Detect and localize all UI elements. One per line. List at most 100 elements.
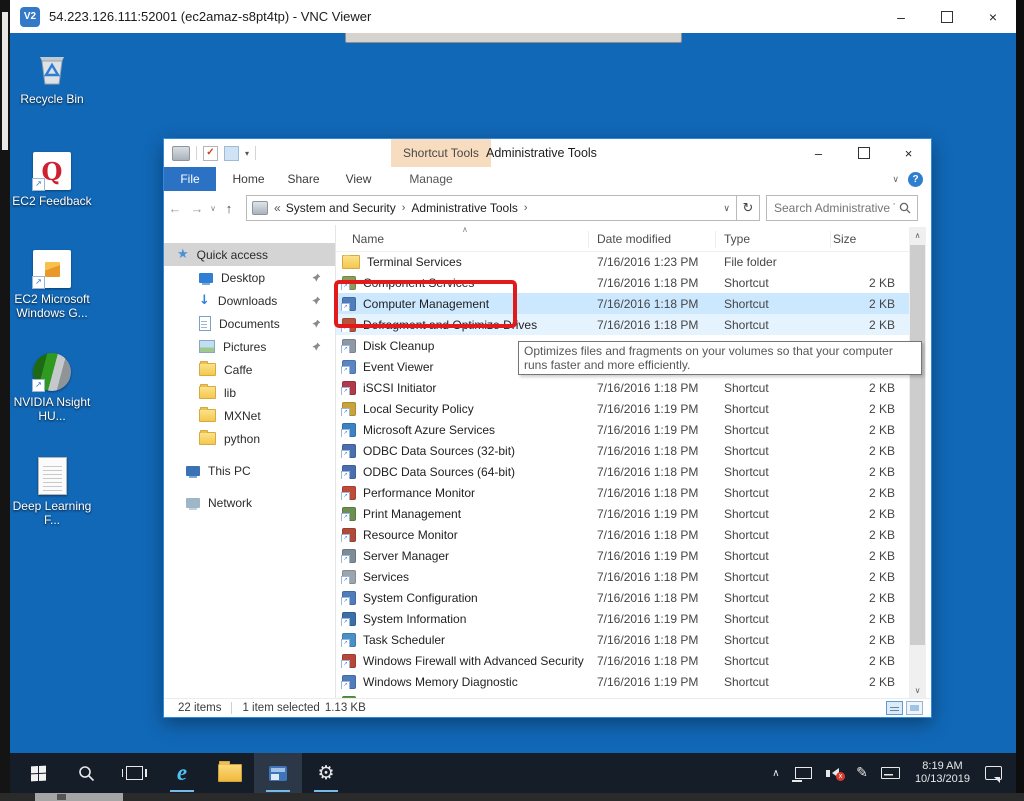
breadcrumb-system-and-security[interactable]: System and Security <box>286 201 396 215</box>
sidebar-item-caffe[interactable]: Caffe <box>164 358 335 381</box>
breadcrumb-separator-icon[interactable]: › <box>402 202 406 214</box>
sidebar-item-downloads[interactable]: ↓ Downloads <box>164 289 335 312</box>
start-button[interactable] <box>14 753 62 793</box>
desktop-icon-deep-learning-f[interactable]: Deep Learning F... <box>10 455 94 527</box>
file-row-terminal-services[interactable]: Terminal Services 7/16/2016 1:23 PM File f… <box>336 251 909 272</box>
file-row-microsoft-azure-services[interactable]: ↗ Microsoft Azure Services 7/16/2016 1:19 … <box>336 419 909 440</box>
column-header-type[interactable]: Type <box>716 230 831 248</box>
back-icon[interactable]: ← <box>164 201 186 216</box>
file-row-server-manager[interactable]: ↗ Server Manager 7/16/2016 1:19 PM Shortcut… <box>336 545 909 566</box>
address-breadcrumb[interactable]: « System and Security › Administrative T… <box>246 195 737 221</box>
desktop-icon-nvidia-nsight-hu[interactable]: ↗ NVIDIA Nsight HU... <box>10 351 94 423</box>
file-row-defragment-and-optimize-drives[interactable]: ↗ Defragment and Optimize Drives 7/16/2016… <box>336 314 909 335</box>
details-view-icon[interactable] <box>886 701 903 715</box>
file-row-resource-monitor[interactable]: ↗ Resource Monitor 7/16/2016 1:18 PM Shortc… <box>336 524 909 545</box>
file-row-services[interactable]: ↗ Services 7/16/2016 1:18 PM Shortcut 2 KB <box>336 566 909 587</box>
address-dropdown-icon[interactable]: ∨ <box>723 203 730 214</box>
taskbar-clock[interactable]: 8:19 AM 10/13/2019 <box>915 760 970 786</box>
scroll-up-icon[interactable]: ∧ <box>909 227 926 244</box>
explorer-minimize-button[interactable]: – <box>796 139 841 167</box>
file-size: 2 KB <box>868 380 895 395</box>
file-date: 7/16/2016 1:18 PM <box>597 632 699 647</box>
scrollbar[interactable]: ∧ ∨ <box>909 227 926 699</box>
folder-properties-icon[interactable] <box>172 145 190 161</box>
file-row-task-scheduler[interactable]: ↗ Task Scheduler 7/16/2016 1:18 PM Shortcut… <box>336 629 909 650</box>
file-row-performance-monitor[interactable]: ↗ Performance Monitor 7/16/2016 1:18 PM Sho… <box>336 482 909 503</box>
task-view-button[interactable] <box>110 753 158 793</box>
forward-icon[interactable]: → <box>186 201 208 216</box>
pen-icon[interactable]: ✎ <box>854 765 870 781</box>
breadcrumb-administrative-tools[interactable]: Administrative Tools <box>411 201 518 215</box>
file-row-windows-memory-diagnostic[interactable]: ↗ Windows Memory Diagnostic 7/16/2016 1:19… <box>336 671 909 692</box>
column-header-size[interactable]: Size <box>831 231 909 248</box>
sidebar-item-network[interactable]: Network <box>164 491 335 514</box>
scroll-down-icon[interactable]: ∨ <box>909 682 926 699</box>
taskbar-internet-explorer-button[interactable]: e <box>158 753 206 793</box>
file-row-computer-management[interactable]: ↗ Computer Management 7/16/2016 1:18 PM Sho… <box>336 293 909 314</box>
taskbar-active-app-button[interactable] <box>254 753 302 793</box>
sidebar-item-mxnet[interactable]: MXNet <box>164 404 335 427</box>
column-header-date-modified[interactable]: Date modified <box>589 230 716 248</box>
up-icon[interactable]: ↑ <box>218 201 240 216</box>
sidebar-item-lib[interactable]: lib <box>164 381 335 404</box>
taskbar-file-explorer-button[interactable] <box>206 753 254 793</box>
checkbox-icon[interactable]: ✓ <box>203 145 218 161</box>
file-row-component-services[interactable]: ↗ Component Services 7/16/2016 1:18 PM Shor… <box>336 272 909 293</box>
file-row-iscsi-initiator[interactable]: ↗ iSCSI Initiator 7/16/2016 1:18 PM Shortcu… <box>336 377 909 398</box>
file-row-odbc-data-sources-32-bit[interactable]: ↗ ODBC Data Sources (32-bit) 7/16/2016 1:1… <box>336 440 909 461</box>
file-row-system-configuration[interactable]: ↗ System Configuration 7/16/2016 1:18 PM Sh… <box>336 587 909 608</box>
explorer-close-button[interactable]: × <box>886 139 931 167</box>
desktop-icon-recycle-bin[interactable]: Recycle Bin <box>10 48 94 106</box>
file-name-cell: ↗ System Information <box>336 611 589 626</box>
search-icon[interactable] <box>899 202 911 214</box>
file-row-windows-firewall-with-advanced-security[interactable]: ↗ Windows Firewall with Advanced Security… <box>336 650 909 671</box>
tab-home[interactable]: Home <box>226 167 271 191</box>
folder-icon <box>199 361 216 376</box>
contextual-tab-shortcut-tools[interactable]: Shortcut Tools <box>391 139 491 167</box>
breadcrumb-separator-icon[interactable]: › <box>524 202 528 214</box>
new-folder-icon[interactable] <box>224 145 239 161</box>
volume-muted-icon[interactable]: x <box>823 768 845 781</box>
taskbar-search-button[interactable] <box>62 753 110 793</box>
tray-expand-icon[interactable]: ∧ <box>768 768 784 779</box>
vnc-toolbar-tab[interactable] <box>345 33 682 43</box>
file-type: Shortcut <box>724 674 769 689</box>
taskbar-settings-button[interactable]: ⚙ <box>302 753 350 793</box>
refresh-icon[interactable]: ↻ <box>737 195 760 221</box>
sidebar-item-this-pc[interactable]: This PC <box>164 459 335 482</box>
host-taskbar-sliver <box>35 793 123 801</box>
sidebar-item-python[interactable]: python <box>164 427 335 450</box>
quick-access-toolbar: ✓ ▾ <box>172 139 257 167</box>
tab-manage[interactable]: Manage <box>396 167 466 191</box>
explorer-window-title: Administrative Tools <box>486 146 597 160</box>
sidebar-item-desktop[interactable]: Desktop <box>164 266 335 289</box>
file-row-local-security-policy[interactable]: ↗ Local Security Policy 7/16/2016 1:19 PM S… <box>336 398 909 419</box>
sidebar-item-pictures[interactable]: Pictures <box>164 335 335 358</box>
vnc-minimize-button[interactable]: – <box>878 0 924 33</box>
file-row-odbc-data-sources-64-bit[interactable]: ↗ ODBC Data Sources (64-bit) 7/16/2016 1:1… <box>336 461 909 482</box>
touch-keyboard-icon[interactable] <box>880 767 900 779</box>
toolbar-dropdown-icon[interactable]: ▾ <box>245 149 249 158</box>
help-icon[interactable]: ? <box>908 171 923 187</box>
file-name: Defragment and Optimize Drives <box>363 317 538 332</box>
vnc-maximize-button[interactable] <box>924 0 970 33</box>
network-icon[interactable] <box>791 767 812 782</box>
desktop-icon-ec2-microsoft-windows-g[interactable]: ↗ EC2 Microsoft Windows G... <box>10 248 94 320</box>
vnc-close-button[interactable]: × <box>970 0 1016 33</box>
tab-file[interactable]: File <box>164 167 216 191</box>
action-center-icon[interactable] <box>985 766 1002 783</box>
scroll-thumb[interactable] <box>910 245 925 645</box>
history-dropdown-icon[interactable]: ∨ <box>208 204 218 213</box>
desktop-icon-ec2-feedback[interactable]: Q ↗ EC2 Feedback <box>10 150 94 208</box>
ribbon-collapse-icon[interactable]: ∨ <box>892 174 899 185</box>
explorer-maximize-button[interactable] <box>841 139 886 167</box>
tab-view[interactable]: View <box>336 167 381 191</box>
sidebar-item-documents[interactable]: Documents <box>164 312 335 335</box>
sidebar-item-quick-access[interactable]: ★ Quick access <box>164 243 335 266</box>
search-input[interactable] <box>767 201 899 215</box>
file-row-print-management[interactable]: ↗ Print Management 7/16/2016 1:19 PM Shortc… <box>336 503 909 524</box>
tab-share[interactable]: Share <box>281 167 326 191</box>
large-icons-view-icon[interactable] <box>906 701 923 715</box>
sidebar-item-label: Desktop <box>221 270 266 285</box>
file-row-system-information[interactable]: ↗ System Information 7/16/2016 1:19 PM Shor… <box>336 608 909 629</box>
